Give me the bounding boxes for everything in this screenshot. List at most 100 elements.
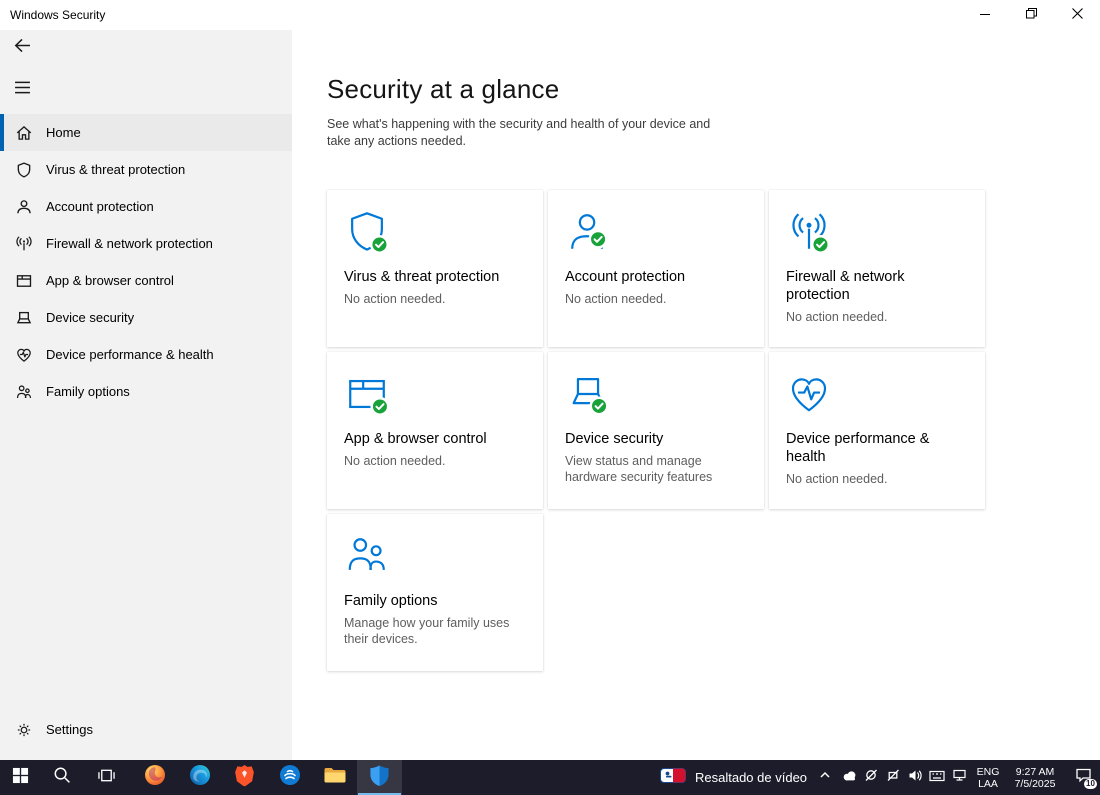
task-view-icon	[97, 767, 116, 789]
minimize-button[interactable]	[962, 0, 1008, 30]
app-window-icon	[15, 272, 33, 290]
file-explorer-icon	[323, 765, 347, 790]
hamburger-menu-icon	[14, 81, 31, 99]
page-title: Security at a glance	[327, 74, 560, 104]
taskbar-app-blue[interactable]	[267, 760, 312, 795]
minimize-icon	[980, 6, 990, 24]
sidebar-item-label: Family options	[46, 384, 130, 399]
network-waves-icon	[15, 235, 33, 253]
tray-touch-keyboard-button[interactable]	[926, 760, 948, 795]
taskbar-app-edge[interactable]	[177, 760, 222, 795]
sidebar-item-family-options[interactable]: Family options	[0, 373, 292, 410]
sidebar-item-device-security[interactable]: Device security	[0, 299, 292, 336]
tile-status: No action needed.	[344, 454, 446, 468]
tray-expand-button[interactable]	[814, 760, 836, 795]
sidebar-item-device-performance-health[interactable]: Device performance & health	[0, 336, 292, 373]
tray-onedrive-button[interactable]	[838, 760, 860, 795]
tile-status: View status and manage hardware security…	[565, 454, 713, 484]
edge-icon	[188, 763, 212, 792]
restore-button[interactable]	[1008, 0, 1054, 30]
tile-status: No action needed.	[344, 292, 446, 306]
tile-title: Device performance & health	[786, 431, 930, 465]
gear-icon	[15, 721, 33, 739]
tile-firewall-network-protection[interactable]: Firewall & network protection No action …	[769, 190, 985, 347]
taskbar-app-file-explorer[interactable]	[312, 760, 357, 795]
tile-device-security[interactable]: Device security View status and manage h…	[548, 352, 764, 509]
blue-app-icon	[278, 763, 302, 792]
tile-status: No action needed.	[565, 292, 667, 306]
tile-virus-threat-protection[interactable]: Virus & threat protection No action need…	[327, 190, 543, 347]
chevron-up-icon	[818, 768, 832, 787]
tile-title: App & browser control	[344, 431, 487, 447]
tile-title: Virus & threat protection	[344, 269, 500, 285]
tile-family-options[interactable]: Family options Manage how your family us…	[327, 514, 543, 671]
tray-network-button[interactable]	[948, 760, 970, 795]
settings-label: Settings	[46, 722, 93, 737]
tile-title: Account protection	[565, 269, 686, 285]
windows-security-shield-icon	[369, 764, 390, 792]
restore-icon	[1025, 6, 1037, 24]
tile-title: Firewall & network protection	[786, 269, 905, 303]
sidebar-item-app-browser-control[interactable]: App & browser control	[0, 262, 292, 299]
laptop-check-icon	[565, 371, 611, 417]
search-icon	[53, 766, 71, 789]
tile-status: No action needed.	[786, 472, 888, 486]
heart-pulse-icon	[15, 346, 33, 364]
tile-app-browser-control[interactable]: App & browser control No action needed.	[327, 352, 543, 509]
shield-icon	[15, 161, 33, 179]
clock[interactable]: 9:27 AM 7/5/2025	[1006, 760, 1064, 795]
sidebar-item-label: Virus & threat protection	[46, 162, 186, 177]
sidebar-item-label: Device performance & health	[46, 347, 214, 362]
media-label: Resaltado de vídeo	[695, 770, 808, 785]
clock-time: 9:27 AM	[1015, 765, 1055, 778]
close-button[interactable]	[1054, 0, 1100, 30]
sidebar-item-label: Firewall & network protection	[46, 236, 213, 251]
taskbar-app-windows-security[interactable]	[357, 760, 402, 795]
sidebar-item-settings[interactable]: Settings	[0, 711, 292, 748]
brave-icon	[234, 764, 255, 792]
menu-button[interactable]	[4, 74, 40, 106]
taskbar-app-firefox[interactable]	[132, 760, 177, 795]
onedrive-cloud-icon	[841, 769, 858, 787]
tile-account-protection[interactable]: Account protection No action needed.	[548, 190, 764, 347]
laptop-icon	[15, 309, 33, 327]
tile-status: Manage how your family uses their device…	[344, 616, 510, 646]
sidebar-nav: Home Virus & threat protection Account p…	[0, 114, 292, 410]
action-center-button[interactable]: 10	[1066, 760, 1100, 795]
person-check-icon	[565, 209, 611, 255]
tile-title: Family options	[344, 593, 438, 609]
sidebar-item-home[interactable]: Home	[0, 114, 292, 151]
taskbar-app-brave[interactable]	[222, 760, 267, 795]
back-button[interactable]	[4, 32, 40, 64]
taskbar: Resaltado de vídeo ENG LAA 9:27 AM 7/5/2…	[0, 760, 1100, 795]
media-widget[interactable]: Resaltado de vídeo	[652, 760, 815, 795]
titlebar: Windows Security	[0, 0, 1100, 30]
disabled-circle-icon	[864, 768, 878, 787]
sidebar-item-virus-threat-protection[interactable]: Virus & threat protection	[0, 151, 292, 188]
tile-status: No action needed.	[786, 310, 888, 324]
sidebar-item-label: Device security	[46, 310, 135, 325]
tray-volume-button[interactable]	[904, 760, 926, 795]
tray-disabled-circle-button[interactable]	[860, 760, 882, 795]
touch-keyboard-icon	[929, 769, 945, 787]
sidebar: Home Virus & threat protection Account p…	[0, 30, 292, 760]
app-window-check-icon	[344, 371, 390, 417]
language-indicator[interactable]: ENG LAA	[970, 760, 1006, 795]
sidebar-item-label: Account protection	[46, 199, 154, 214]
network-check-icon	[786, 209, 832, 255]
sidebar-item-account-protection[interactable]: Account protection	[0, 188, 292, 225]
task-view-button[interactable]	[84, 760, 128, 795]
home-icon	[15, 124, 33, 142]
tile-device-performance-health[interactable]: Device performance & health No action ne…	[769, 352, 985, 509]
page-subtitle: See what's happening with the security a…	[327, 117, 711, 148]
sidebar-item-firewall-network-protection[interactable]: Firewall & network protection	[0, 225, 292, 262]
main-content: Security at a glance See what's happenin…	[292, 30, 1100, 760]
disabled-device-icon	[886, 768, 900, 787]
shield-check-icon	[344, 209, 390, 255]
firefox-icon	[143, 763, 167, 792]
close-icon	[1071, 6, 1083, 24]
language-line2: LAA	[978, 777, 998, 790]
tray-disabled-device-button[interactable]	[882, 760, 904, 795]
taskbar-search-button[interactable]	[40, 760, 84, 795]
start-button[interactable]	[0, 760, 40, 795]
